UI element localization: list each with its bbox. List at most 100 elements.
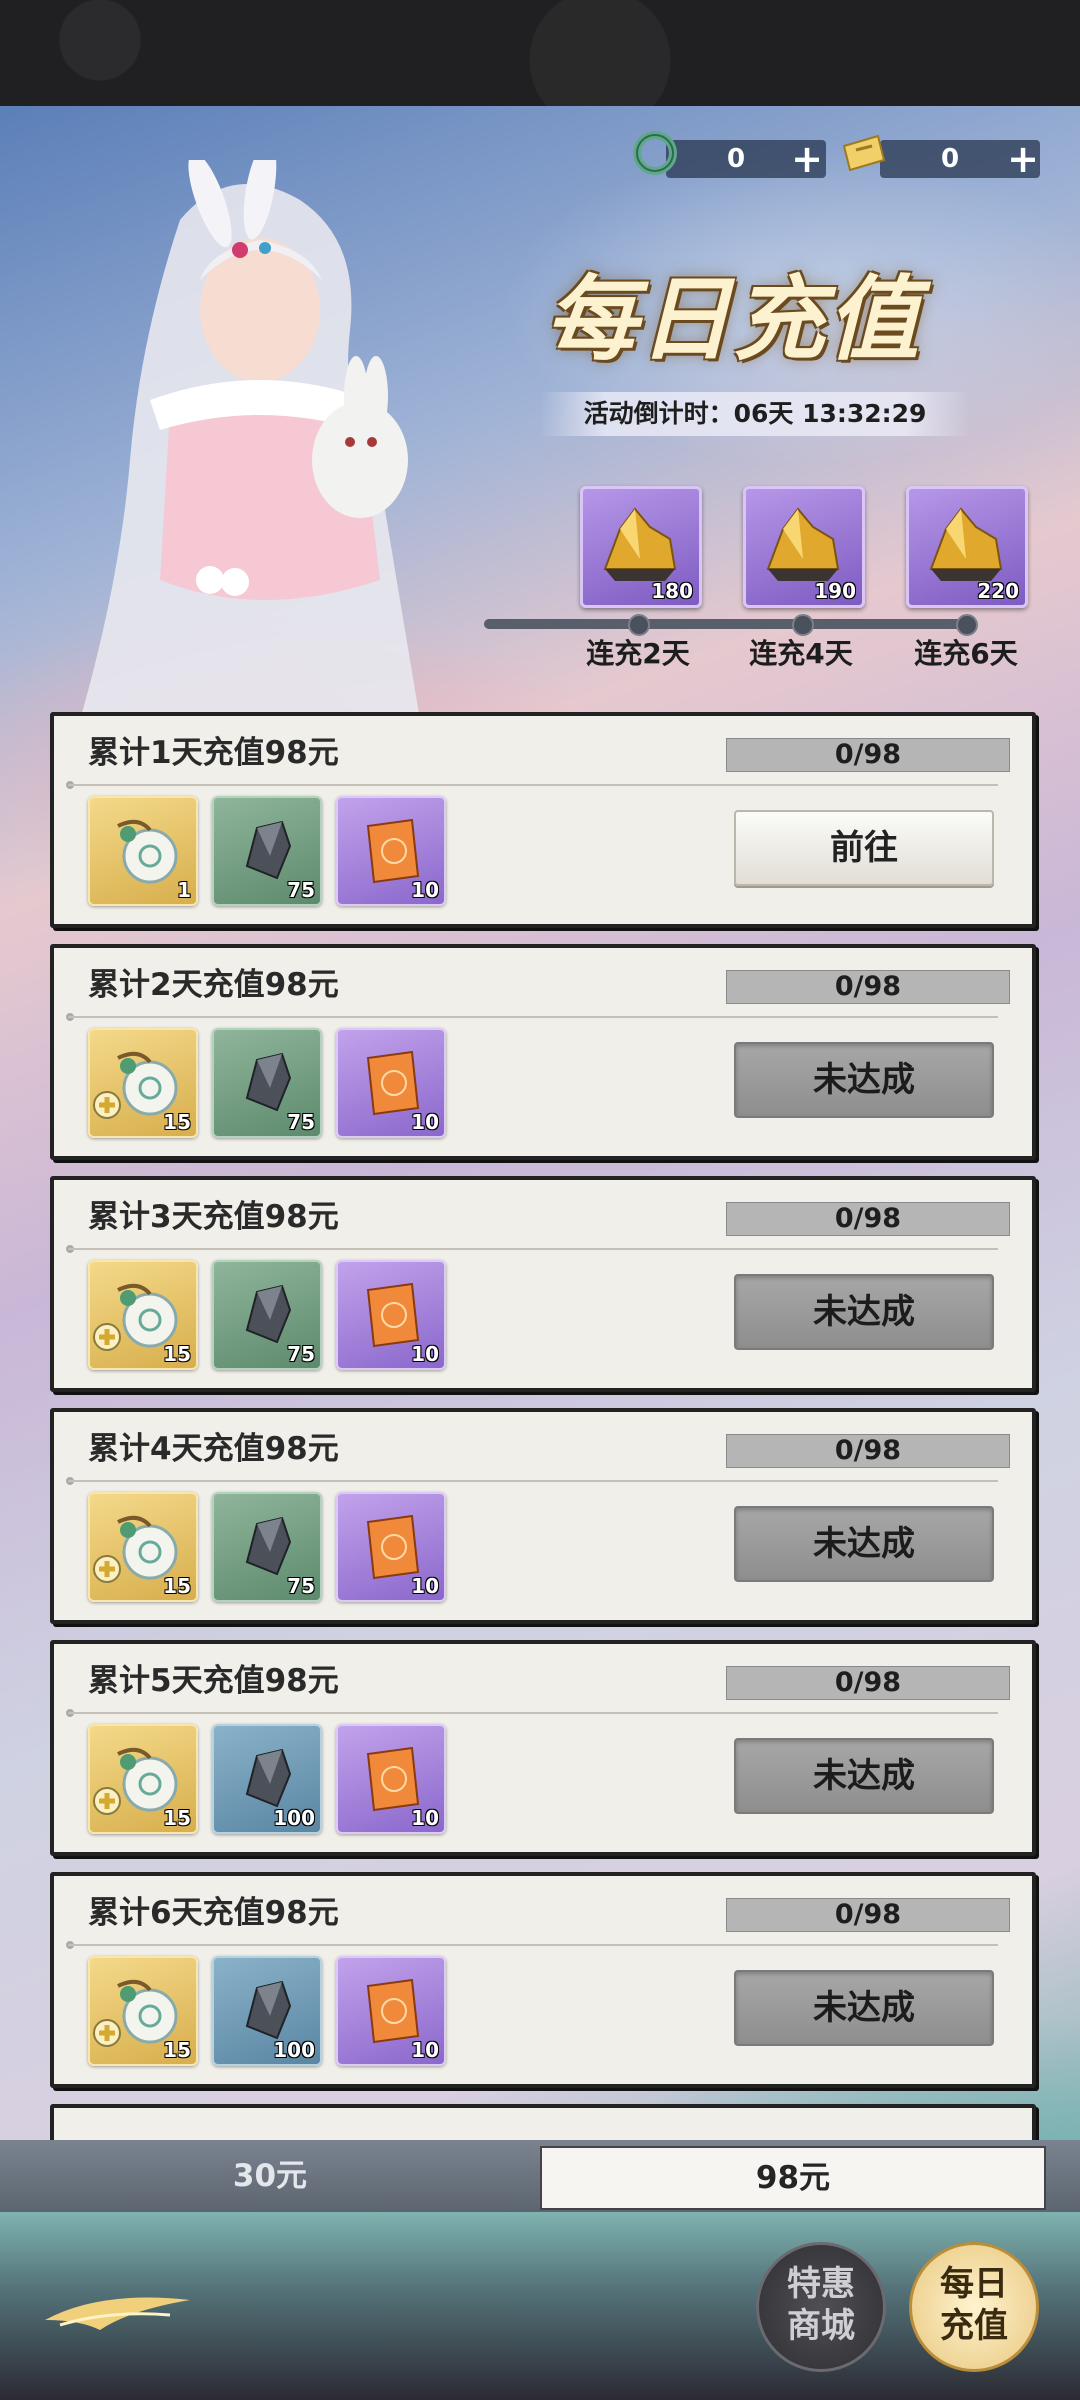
- reward-item[interactable]: 75: [212, 1260, 322, 1370]
- milestone-count: 190: [814, 579, 856, 603]
- add-jade-button[interactable]: +: [790, 139, 824, 179]
- task-progress-bar: 0/98: [726, 1666, 1010, 1700]
- reward-count: 10: [411, 1110, 439, 1134]
- add-ticket-button[interactable]: +: [1006, 139, 1040, 179]
- card-divider: [68, 1480, 998, 1482]
- not-achieved-button[interactable]: 未达成: [734, 1274, 994, 1350]
- task-title: 累计1天充值98元: [88, 735, 339, 771]
- card-divider: [68, 1712, 998, 1714]
- task-card: 累计6天充值98元 0/98 15 100 10 未达成: [50, 1872, 1036, 2088]
- reward-count: 75: [287, 878, 315, 902]
- reward-item[interactable]: 10: [336, 1724, 446, 1834]
- not-achieved-button[interactable]: 未达成: [734, 1042, 994, 1118]
- reward-count: 15: [163, 2038, 191, 2062]
- reward-count: 10: [411, 878, 439, 902]
- task-title: 累计4天充值98元: [88, 1431, 339, 1467]
- task-progress-bar: 0/98: [726, 738, 1010, 772]
- task-title: 累计5天充值98元: [88, 1663, 339, 1699]
- progress-text: 0/98: [834, 971, 902, 1002]
- reward-item[interactable]: 15: [88, 1028, 198, 1138]
- gold-brush-decoration: [45, 2297, 190, 2330]
- reward-count: 10: [411, 2038, 439, 2062]
- ticket-currency-value: 0: [940, 144, 960, 174]
- reward-item[interactable]: 1: [88, 796, 198, 906]
- task-progress-bar: 0/98: [726, 1434, 1010, 1468]
- jade-currency-value: 0: [726, 144, 746, 174]
- special-shop-button[interactable]: 特惠 商城: [756, 2242, 886, 2372]
- reward-item[interactable]: 100: [212, 1956, 322, 2066]
- reward-count: 100: [273, 1806, 315, 1830]
- milestone-reward-1[interactable]: 180: [580, 486, 702, 608]
- card-divider: [68, 1944, 998, 1946]
- reward-item[interactable]: 15: [88, 1956, 198, 2066]
- milestone-reward-3[interactable]: 220: [906, 486, 1028, 608]
- jade-coin-icon: [633, 131, 677, 175]
- task-title: 累计2天充值98元: [88, 967, 339, 1003]
- reward-item[interactable]: 75: [212, 1028, 322, 1138]
- progress-text: 0/98: [834, 1667, 902, 1698]
- reward-item[interactable]: 15: [88, 1260, 198, 1370]
- reward-item[interactable]: 15: [88, 1724, 198, 1834]
- reward-item[interactable]: 10: [336, 1260, 446, 1370]
- milestone-label: 连充2天: [586, 637, 690, 670]
- milestone-label: 连充6天: [914, 637, 1018, 670]
- daily-label-line1: 每日: [940, 2264, 1008, 2304]
- reward-count: 100: [273, 2038, 315, 2062]
- task-card: 累计5天充值98元 0/98 15 100 10 未达成: [50, 1640, 1036, 1856]
- tier-tab-98[interactable]: 98元: [540, 2146, 1046, 2210]
- reward-count: 15: [163, 1342, 191, 1366]
- task-card: 累计1天充值98元 0/98 1 75 10 前往: [50, 712, 1036, 928]
- reward-item[interactable]: 10: [336, 796, 446, 906]
- countdown-bar: 活动倒计时：06天 13:32:29: [540, 392, 970, 436]
- reward-count: 10: [411, 1806, 439, 1830]
- shop-label-line2: 商城: [787, 2306, 855, 2346]
- card-divider: [68, 784, 998, 786]
- reward-item[interactable]: 15: [88, 1492, 198, 1602]
- progress-text: 0/98: [834, 1899, 902, 1930]
- task-card: 累计2天充值98元 0/98 15 75 10 未达成: [50, 944, 1036, 1160]
- card-divider: [68, 1248, 998, 1250]
- task-card: 累计4天充值98元 0/98 15 75 10 未达成: [50, 1408, 1036, 1624]
- milestone-count: 220: [977, 579, 1019, 603]
- milestone-label: 连充4天: [749, 637, 853, 670]
- progress-text: 0/98: [834, 1203, 902, 1234]
- daily-label-line2: 充值: [940, 2306, 1008, 2346]
- reward-count: 15: [163, 1806, 191, 1830]
- go-button[interactable]: 前往: [734, 810, 994, 886]
- reward-item[interactable]: 75: [212, 796, 322, 906]
- task-progress-bar: 0/98: [726, 1898, 1010, 1932]
- reward-count: 75: [287, 1342, 315, 1366]
- reward-count: 15: [163, 1110, 191, 1134]
- progress-text: 0/98: [834, 1435, 902, 1466]
- reward-count: 10: [411, 1574, 439, 1598]
- reward-count: 75: [287, 1574, 315, 1598]
- task-title: 累计6天充值98元: [88, 1895, 339, 1931]
- event-title: 每日充值: [545, 265, 922, 373]
- task-progress-bar: 0/98: [726, 1202, 1010, 1236]
- not-achieved-button[interactable]: 未达成: [734, 1970, 994, 2046]
- reward-item[interactable]: 10: [336, 1028, 446, 1138]
- not-achieved-button[interactable]: 未达成: [734, 1506, 994, 1582]
- daily-recharge-button[interactable]: 每日 充值: [909, 2242, 1039, 2372]
- reward-item[interactable]: 10: [336, 1492, 446, 1602]
- milestone-reward-2[interactable]: 190: [743, 486, 865, 608]
- reward-item[interactable]: 75: [212, 1492, 322, 1602]
- shop-label-line1: 特惠: [787, 2264, 855, 2304]
- reward-item[interactable]: 10: [336, 1956, 446, 2066]
- task-title: 累计3天充值98元: [88, 1199, 339, 1235]
- system-status-bar: [0, 0, 1080, 106]
- character-illustration: [80, 160, 420, 720]
- countdown-label: 活动倒计时：: [583, 399, 734, 428]
- card-divider: [68, 1016, 998, 1018]
- reward-count: 1: [177, 878, 191, 902]
- task-progress-bar: 0/98: [726, 970, 1010, 1004]
- task-card: 累计3天充值98元 0/98 15 75 10 未达成: [50, 1176, 1036, 1392]
- tier-tab-30[interactable]: 30元: [0, 2146, 540, 2206]
- countdown-value: 06天 13:32:29: [733, 399, 927, 428]
- reward-item[interactable]: 100: [212, 1724, 322, 1834]
- reward-count: 15: [163, 1574, 191, 1598]
- not-achieved-button[interactable]: 未达成: [734, 1738, 994, 1814]
- reward-count: 75: [287, 1110, 315, 1134]
- milestone-track: [484, 619, 970, 629]
- milestone-count: 180: [651, 579, 693, 603]
